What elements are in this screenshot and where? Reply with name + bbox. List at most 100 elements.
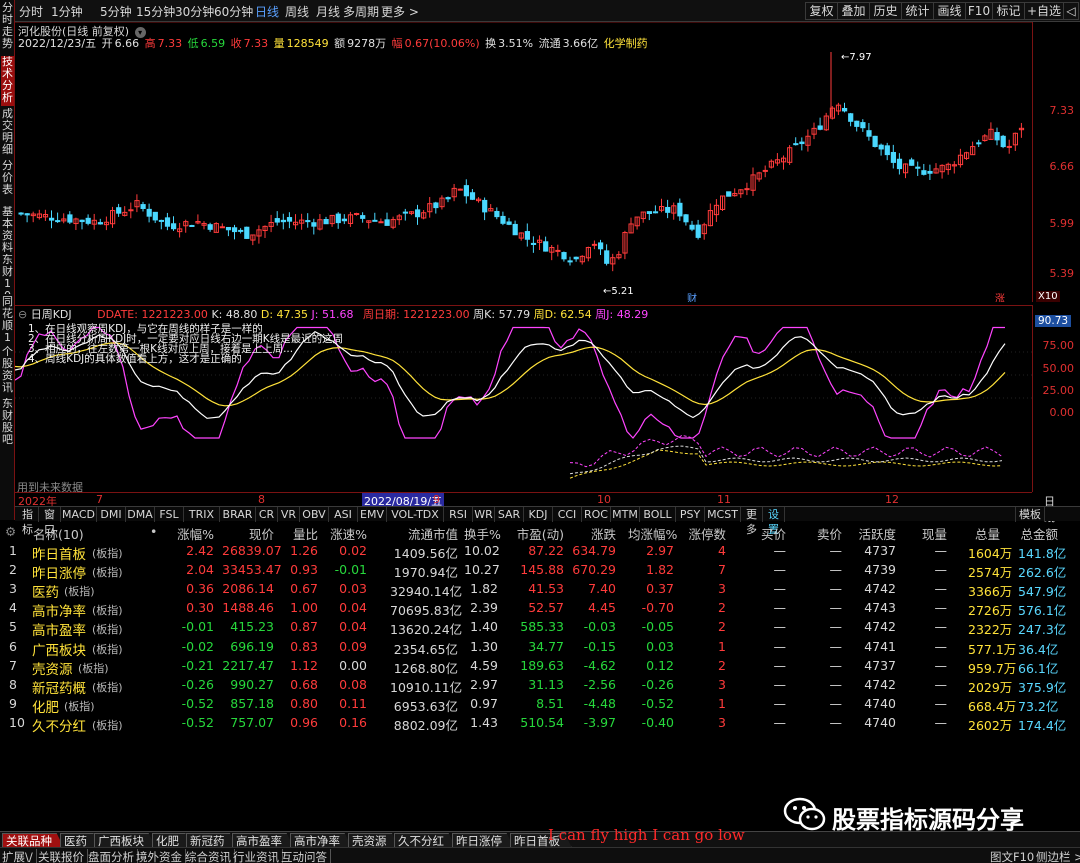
bottom-tab-2[interactable]: 医药 (60, 833, 98, 848)
table-row[interactable]: 7 壳资源 (板指) -0.21 2217.47 1.12 0.00 1268.80亿 4.59… (0, 657, 1080, 678)
left-tab-9[interactable]: 东财股吧 (1, 398, 14, 444)
draw-line-button[interactable]: 画线 (933, 2, 966, 20)
table-row[interactable]: 8 新冠药概 (板指) -0.26 990.27 0.68 0.08 10910.11亿 2.9… (0, 676, 1080, 697)
status-industry-news[interactable]: 行业资讯 (233, 849, 283, 863)
indicator-tab-8[interactable]: BRAR (220, 507, 256, 522)
left-tab-7[interactable]: 同花顺10 (1, 296, 14, 344)
bottom-tab-10[interactable]: 昨日涨停 (452, 833, 514, 848)
table-row[interactable]: 9 化肥 (板指) -0.52 857.18 0.80 0.11 6953.63亿 0.97 8.… (0, 695, 1080, 716)
candlestick-chart[interactable]: ←7.97 ←5.21 财 涨 (15, 22, 1032, 302)
status-expand[interactable]: 扩展\/ (2, 849, 37, 863)
status-foreign-capital[interactable]: 境外资金 (136, 849, 186, 863)
stats-button[interactable]: 统计 (901, 2, 934, 20)
period-more[interactable]: 更多 > (381, 3, 419, 20)
period-30min[interactable]: 30分钟 (175, 3, 214, 20)
indicator-tab-19[interactable]: CCI (553, 507, 582, 522)
table-row[interactable]: 2 昨日涨停 (板指) 2.04 33453.47 0.93 -0.01 1970.94亿 10… (0, 561, 1080, 582)
left-tab-4[interactable]: 分价表 (1, 160, 14, 204)
indicator-tab-13[interactable]: EMV (358, 507, 387, 522)
status-news[interactable]: 综合资讯 (185, 849, 235, 863)
col-header-14[interactable]: 卖价 (812, 524, 842, 543)
col-header-18[interactable]: 总金额 (1018, 524, 1058, 543)
col-header-11[interactable]: 均涨幅% (628, 524, 677, 543)
indicator-tab-15[interactable]: RSI (444, 507, 473, 522)
indicator-tab-14[interactable]: VOL-TDX (387, 507, 444, 522)
col-header-3[interactable]: 涨幅% (176, 524, 214, 543)
left-tab-6[interactable]: 东财10 (1, 254, 14, 294)
table-row[interactable]: 10 久不分红 (板指) -0.52 757.07 0.96 0.16 8802.09亿 1.4… (0, 714, 1080, 735)
indicator-tab-2[interactable]: 窗口 (39, 507, 61, 536)
period-week[interactable]: 周线 (285, 3, 309, 20)
period-15min[interactable]: 15分钟 (136, 3, 175, 20)
bottom-tab-8[interactable]: 壳资源 (348, 833, 398, 848)
indicator-tab-22[interactable]: BOLL (640, 507, 676, 522)
col-header-6[interactable]: 涨速% (330, 524, 367, 543)
status-qa[interactable]: 互动问答 (281, 849, 331, 863)
table-settings-icon[interactable]: ⚙ (5, 524, 16, 539)
add-watchlist-button[interactable]: +自选 (1024, 2, 1064, 20)
indicator-tab-9[interactable]: CR (256, 507, 278, 522)
bottom-tab-4[interactable]: 化肥 (152, 833, 190, 848)
indicator-tab-17[interactable]: SAR (495, 507, 524, 522)
bottom-tab-3[interactable]: 广西板块 (94, 833, 156, 848)
left-tab-8[interactable]: 个股资讯 (1, 346, 14, 396)
period-day[interactable]: 日线 (255, 3, 279, 20)
period-month[interactable]: 月线 (316, 3, 340, 20)
table-row[interactable]: 5 高市盈率 (板指) -0.01 415.23 0.87 0.04 13620.24亿 1.4… (0, 618, 1080, 639)
col-header-12[interactable]: 涨停数 (686, 524, 726, 543)
left-tab-3[interactable]: 成交明细 (1, 108, 14, 158)
template-button[interactable]: 模板 (1015, 507, 1045, 522)
indicator-tab-20[interactable]: ROC (582, 507, 611, 522)
mark-button[interactable]: 标记 (992, 2, 1025, 20)
period-1min[interactable]: 1分钟 (51, 3, 83, 20)
indicator-tab-3[interactable]: MACD (61, 507, 97, 522)
indicator-tab-5[interactable]: DMA (126, 507, 155, 522)
col-header-13[interactable]: 买价 (756, 524, 786, 543)
bottom-tab-5[interactable]: 新冠药 (186, 833, 236, 848)
overlay-button[interactable]: 叠加 (837, 2, 870, 20)
indicator-tab-21[interactable]: MTM (611, 507, 640, 522)
col-header-10[interactable]: 涨跌 (572, 524, 616, 543)
col-header-4[interactable]: 现价 (222, 524, 274, 543)
table-row[interactable]: 4 高市净率 (板指) 0.30 1488.46 1.00 0.04 70695.83亿 2.3… (0, 599, 1080, 620)
status-market-analysis[interactable]: 盘面分析 (88, 849, 138, 863)
indicator-tab-25[interactable]: 更多 (741, 507, 763, 536)
f10-button[interactable]: F10 (965, 2, 993, 20)
indicator-tab-16[interactable]: WR (473, 507, 495, 522)
bottom-tab-9[interactable]: 久不分红 (394, 833, 456, 848)
left-tab-5[interactable]: 基本资料 (1, 206, 14, 252)
left-tab-2[interactable]: 技术分析 (1, 56, 14, 106)
indicator-tab-26[interactable]: 设置 (763, 507, 785, 536)
col-header-9[interactable]: 市盈(动) (506, 524, 564, 543)
indicator-tab-10[interactable]: VR (278, 507, 300, 522)
left-tab-1[interactable]: 分时走势 (1, 2, 14, 54)
col-header-15[interactable]: 活跃度 (856, 524, 896, 543)
indicator-tab-11[interactable]: OBV (300, 507, 329, 522)
period-60min[interactable]: 60分钟 (214, 3, 253, 20)
status-related-quotes[interactable]: 关联报价 (38, 849, 88, 863)
indicator-tab-23[interactable]: PSY (676, 507, 705, 522)
period-fenshi[interactable]: 分时 (19, 3, 43, 20)
col-header-8[interactable]: 换手% (464, 524, 501, 543)
table-row[interactable]: 1 昨日首板 (板指) 2.42 26839.07 1.26 0.02 1409.56亿 10.… (0, 542, 1080, 563)
fuquan-button[interactable]: 复权 (805, 2, 838, 20)
back-icon[interactable]: ◁ (1063, 2, 1079, 20)
period-multi[interactable]: 多周期 (343, 3, 379, 20)
col-header-17[interactable]: 总量 (968, 524, 1000, 543)
indicator-tab-12[interactable]: ASI (329, 507, 358, 522)
indicator-tab-4[interactable]: DMI (97, 507, 126, 522)
history-button[interactable]: 历史 (869, 2, 902, 20)
bottom-tab-1[interactable]: 关联品种 (2, 833, 64, 848)
period-5min[interactable]: 5分钟 (100, 3, 132, 20)
bottom-tab-7[interactable]: 高市净率 (290, 833, 352, 848)
col-header-5[interactable]: 量比 (282, 524, 318, 543)
col-header-16[interactable]: 现量 (913, 524, 947, 543)
indicator-tab-6[interactable]: FSL (155, 507, 184, 522)
table-row[interactable]: 6 广西板块 (板指) -0.02 696.19 0.83 0.09 2354.65亿 1.30… (0, 638, 1080, 659)
col-header-2[interactable]: • (150, 524, 162, 539)
status-f10[interactable]: 图文F10 (990, 849, 1037, 863)
col-header-1[interactable]: 名称(10) (33, 524, 123, 543)
table-row[interactable]: 3 医药 (板指) 0.36 2086.14 0.67 0.03 32940.14亿 1.82 4… (0, 580, 1080, 601)
bottom-tab-6[interactable]: 高市盈率 (232, 833, 294, 848)
col-header-7[interactable]: 流通市值 (390, 524, 458, 543)
